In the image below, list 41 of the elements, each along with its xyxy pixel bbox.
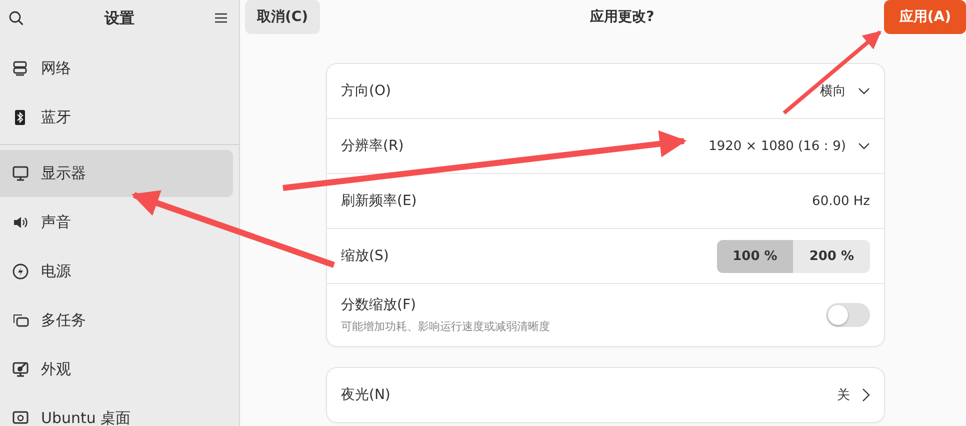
desktop-icon	[12, 410, 29, 426]
row-label: 刷新频率(E)	[341, 192, 417, 210]
row-value: 横向	[820, 83, 846, 100]
menu-icon[interactable]	[215, 13, 227, 23]
monitor-icon	[12, 165, 29, 182]
row-label: 分辨率(R)	[341, 137, 404, 155]
settings-row[interactable]: 方向(O) 横向	[327, 64, 884, 118]
sidebar-item[interactable]: 电源	[0, 248, 233, 295]
sidebar-item[interactable]: 声音	[0, 199, 233, 246]
cancel-button[interactable]: 取消(C)	[245, 0, 320, 34]
row-subtitle: 可能增加功耗、影响运行速度或减弱清晰度	[341, 319, 550, 334]
search-icon[interactable]	[9, 10, 24, 26]
chevron-down-icon	[858, 142, 870, 150]
row-label: 分数缩放(F)	[341, 296, 417, 314]
chevron-down-icon	[858, 87, 870, 95]
dialog-title: 应用更改?	[590, 8, 654, 26]
row-label: 缩放(S)	[341, 247, 389, 265]
row-label: 方向(O)	[341, 82, 391, 100]
toggle-switch[interactable]	[826, 303, 870, 327]
speaker-icon	[12, 214, 29, 231]
scale-toggle[interactable]: 100 %	[716, 240, 794, 272]
sidebar-item[interactable]: 网络	[0, 45, 233, 92]
apply-button[interactable]: 应用(A)	[884, 0, 966, 34]
settings-row[interactable]: 分辨率(R) 1920 × 1080 (16：9)	[327, 118, 884, 173]
server-icon	[12, 60, 29, 77]
scale-toggle[interactable]: 200 %	[793, 240, 870, 272]
monitor-brush-icon	[12, 361, 29, 378]
row-value: 关	[837, 387, 850, 404]
sidebar-item[interactable]: 外观	[0, 346, 233, 393]
power-icon	[12, 263, 29, 280]
row-value: 1920 × 1080 (16：9)	[708, 138, 846, 155]
row-label: 夜光(N)	[341, 386, 390, 404]
sidebar-title: 设置	[104, 8, 134, 28]
sidebar-item[interactable]: 蓝牙	[0, 94, 233, 141]
sidebar-item[interactable]: 显示器	[0, 150, 233, 197]
chevron-right-icon	[862, 388, 870, 402]
row-value: 60.00 Hz	[812, 194, 870, 208]
windows-icon	[12, 312, 29, 329]
sidebar-item[interactable]: Ubuntu 桌面	[0, 395, 233, 426]
settings-row[interactable]: 夜光(N) 关	[327, 368, 884, 422]
sidebar-item[interactable]: 多任务	[0, 297, 233, 344]
